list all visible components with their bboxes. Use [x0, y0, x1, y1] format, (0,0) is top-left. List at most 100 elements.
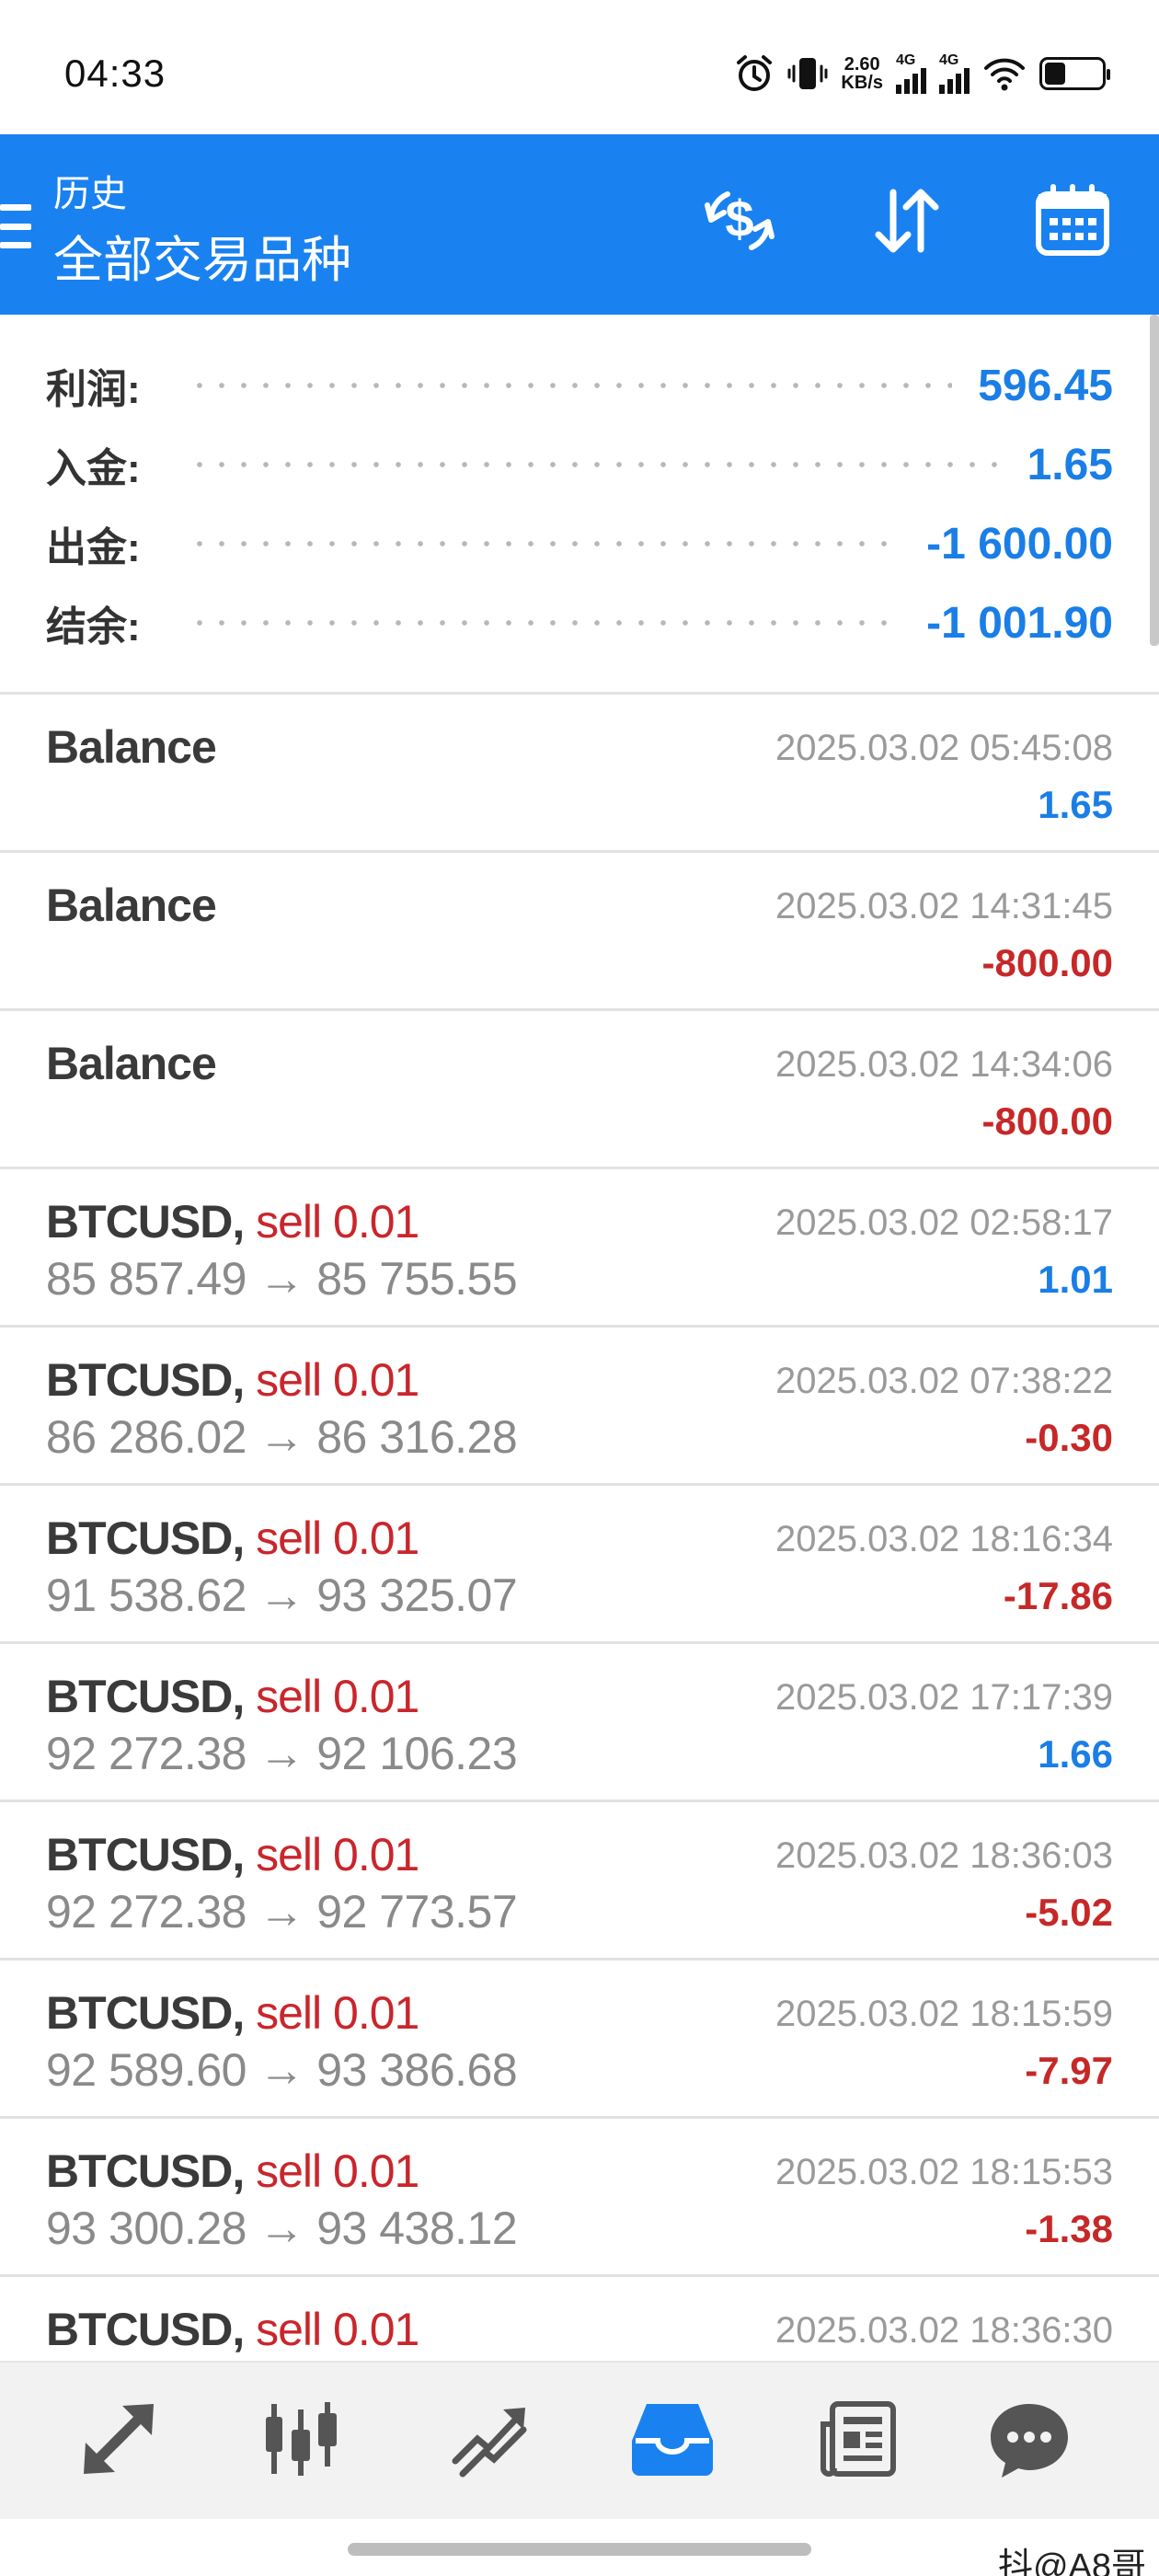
- deal-prices: 92 272.38 → 92 106.23: [46, 1728, 518, 1779]
- sim2-signal: 4G: [939, 53, 970, 94]
- gesture-bar[interactable]: [348, 2543, 811, 2556]
- calendar-icon: [1033, 181, 1112, 265]
- status-bar: 04:33 2.60 KB/s 4G 4G: [0, 0, 1159, 134]
- trade-icon: [446, 2397, 531, 2486]
- deal-symbol: Balance: [46, 720, 217, 774]
- summary-deposit-label: 入金:: [46, 446, 141, 491]
- deal-time: 2025.03.02 02:58:17: [775, 1202, 1113, 1243]
- battery-icon: [1039, 57, 1110, 90]
- nav-quotes[interactable]: [68, 2390, 169, 2491]
- sim2-network-tag: 4G: [939, 52, 959, 68]
- deal-profit: -0.30: [1025, 1416, 1113, 1459]
- summary-profit-label: 利润:: [46, 367, 141, 412]
- signal-bars-icon: [939, 68, 970, 94]
- network-speed-value: 2.60: [843, 54, 880, 75]
- summary-deposit-value: 1.65: [1027, 440, 1113, 489]
- vibrate-icon: [787, 53, 828, 94]
- deal-side: sell 0.01: [256, 1354, 419, 1406]
- list-item[interactable]: BTCUSD, sell 0.01 92 272.38 → 92 773.57 …: [0, 1802, 1159, 1958]
- deals-list: Balance 2025.03.02 05:45:08 1.65 Balance…: [0, 692, 1159, 2432]
- list-item[interactable]: BTCUSD, sell 0.01 85 857.49 → 85 755.55 …: [0, 1169, 1159, 1325]
- calendar-button[interactable]: [1028, 178, 1117, 267]
- nav-history[interactable]: [622, 2390, 723, 2491]
- sort-icon: [867, 181, 947, 265]
- deal-profit: -800.00: [981, 941, 1113, 984]
- deal-side: sell 0.01: [256, 2145, 419, 2197]
- nav-chart[interactable]: [250, 2390, 351, 2491]
- nav-news[interactable]: [808, 2390, 909, 2491]
- deal-side: sell 0.01: [256, 1829, 419, 1880]
- svg-text:$: $: [725, 190, 753, 247]
- list-item[interactable]: BTCUSD, sell 0.01 86 286.02 → 86 316.28 …: [0, 1328, 1159, 1483]
- scrollbar[interactable]: [1150, 315, 1159, 646]
- summary-balance-label: 结余:: [46, 604, 141, 650]
- deal-time: 2025.03.02 07:38:22: [775, 1361, 1113, 1401]
- deal-symbol-text: BTCUSD: [46, 2145, 233, 2197]
- deal-profit: -800.00: [981, 1099, 1113, 1143]
- currency-exchange-button[interactable]: $: [695, 178, 784, 267]
- nav-chat[interactable]: [979, 2390, 1080, 2491]
- summary-profit-value: 596.45: [978, 361, 1113, 410]
- quotes-icon: [76, 2397, 161, 2486]
- deal-time: 2025.03.02 18:16:34: [775, 1519, 1113, 1559]
- deal-time: 2025.03.02 17:17:39: [775, 1677, 1113, 1718]
- deal-symbol: BTCUSD, sell 0.01: [46, 1671, 419, 1722]
- deal-profit: -5.02: [1025, 1891, 1113, 1934]
- list-item[interactable]: BTCUSD, sell 0.01 92 272.38 → 92 106.23 …: [0, 1644, 1159, 1800]
- deal-side: sell 0.01: [256, 1512, 419, 1564]
- list-item[interactable]: BTCUSD, sell 0.01 92 589.60 → 93 386.68 …: [0, 1961, 1159, 2116]
- deal-symbol-text: BTCUSD: [46, 1354, 233, 1406]
- menu-icon[interactable]: [0, 204, 31, 248]
- summary-balance-row: 结余: -1 001.90: [46, 583, 1113, 662]
- deal-side: sell 0.01: [256, 1987, 419, 2039]
- deal-symbol-text: Balance: [46, 1038, 217, 1089]
- deal-symbol: BTCUSD, sell 0.01: [46, 1196, 419, 1248]
- deal-symbol: BTCUSD, sell 0.01: [46, 2145, 419, 2197]
- status-icons: 2.60 KB/s 4G 4G: [734, 52, 1110, 96]
- summary-withdrawal-value: -1 600.00: [926, 519, 1113, 569]
- deal-symbol: Balance: [46, 879, 217, 932]
- list-item[interactable]: Balance 2025.03.02 05:45:08 1.65: [0, 695, 1159, 850]
- nav-trade[interactable]: [438, 2390, 539, 2491]
- deal-prices: 91 538.62 → 93 325.07: [46, 1570, 518, 1621]
- deal-time: 2025.03.02 18:15:53: [775, 2152, 1113, 2192]
- chart-icon: [258, 2397, 343, 2486]
- deal-symbol-text: BTCUSD: [46, 1671, 233, 1722]
- app-bar: 历史 全部交易品种 $: [0, 134, 1159, 315]
- deal-profit: 1.66: [1038, 1732, 1113, 1776]
- list-item[interactable]: Balance 2025.03.02 14:31:45 -800.00: [0, 853, 1159, 1008]
- list-item[interactable]: BTCUSD, sell 0.01 93 300.28 → 93 438.12 …: [0, 2119, 1159, 2274]
- deal-symbol: BTCUSD, sell 0.01: [46, 2304, 419, 2355]
- sort-button[interactable]: [863, 178, 951, 267]
- news-icon: [816, 2397, 901, 2486]
- deal-prices: 92 589.60 → 93 386.68: [46, 2044, 518, 2096]
- summary-deposit-row: 入金: 1.65: [46, 425, 1113, 504]
- deal-symbol-text: BTCUSD: [46, 1829, 233, 1880]
- symbol-filter[interactable]: 全部交易品种: [53, 219, 351, 292]
- deal-prices: 93 300.28 → 93 438.12: [46, 2202, 518, 2254]
- list-item[interactable]: BTCUSD, sell 0.01 91 538.62 → 93 325.07 …: [0, 1486, 1159, 1641]
- watermark: 抖@A8哥: [997, 2547, 1146, 2576]
- deal-profit: 1.65: [1038, 783, 1113, 826]
- history-icon: [628, 2395, 717, 2488]
- list-item[interactable]: Balance 2025.03.02 14:34:06 -800.00: [0, 1011, 1159, 1167]
- wifi-icon: [982, 55, 1027, 92]
- deal-time: 2025.03.02 18:36:03: [775, 1835, 1113, 1876]
- deal-symbol: BTCUSD, sell 0.01: [46, 1987, 419, 2039]
- deal-symbol-text: BTCUSD: [46, 1987, 233, 2039]
- summary-balance-value: -1 001.90: [926, 598, 1113, 648]
- deal-symbol-text: Balance: [46, 721, 217, 773]
- signal-bars-icon: [896, 68, 926, 94]
- dotted-leader: [188, 462, 1002, 467]
- deal-prices: 86 286.02 → 86 316.28: [46, 1411, 518, 1463]
- deal-profit: -1.38: [1025, 2207, 1113, 2250]
- deal-symbol: BTCUSD, sell 0.01: [46, 1829, 419, 1880]
- deal-side: sell 0.01: [256, 1196, 419, 1248]
- summary-panel: 利润: 596.45 入金: 1.65 出金: -1 600.00 结余: -1…: [0, 315, 1159, 692]
- summary-withdrawal-row: 出金: -1 600.00: [46, 504, 1113, 583]
- deal-symbol-text: Balance: [46, 880, 217, 931]
- page-title: 历史: [53, 174, 127, 214]
- deal-prices: 85 857.49 → 85 755.55: [46, 1253, 518, 1305]
- deal-profit: -7.97: [1025, 2049, 1113, 2092]
- status-time: 04:33: [64, 52, 166, 95]
